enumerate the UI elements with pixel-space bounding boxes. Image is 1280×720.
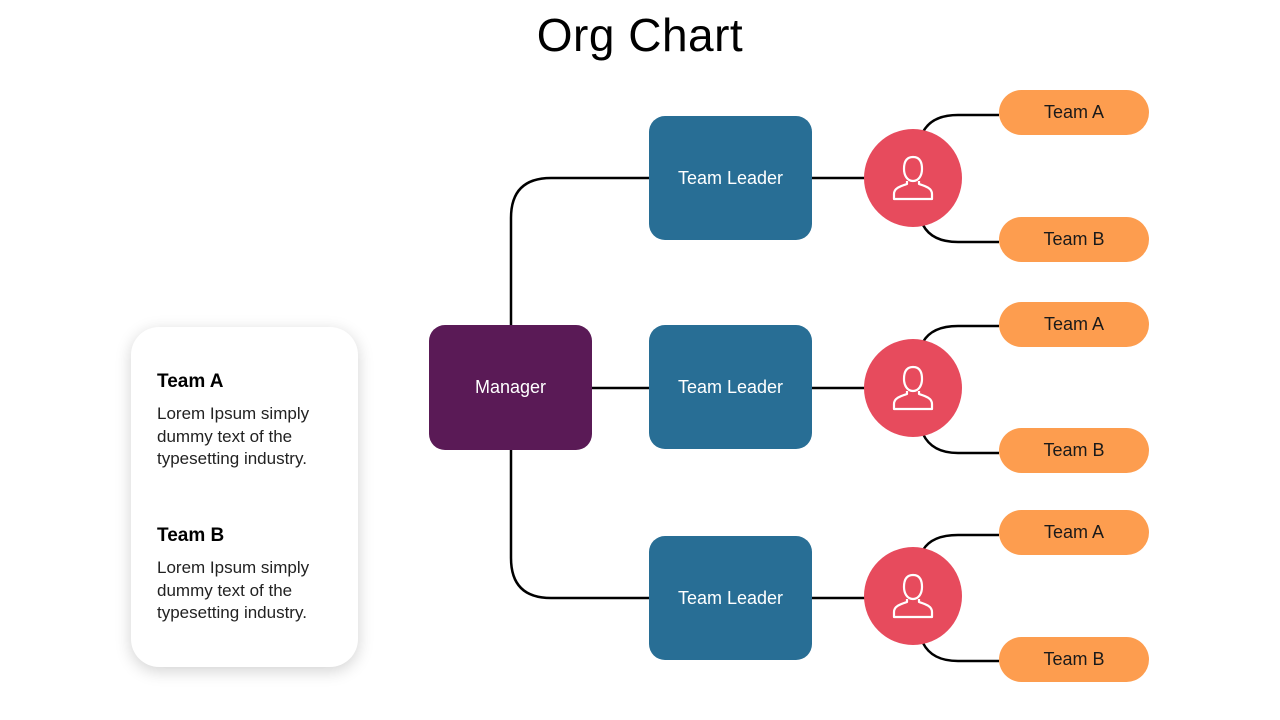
legend-text-team-b: Lorem Ipsum simply dummy text of the typ… xyxy=(157,558,310,622)
team-label: Team B xyxy=(1043,649,1105,669)
legend-heading-team-a: Team A xyxy=(157,371,224,392)
team-pill-3b[interactable]: Team B xyxy=(999,637,1149,682)
team-leader-label: Team Leader xyxy=(677,587,784,608)
connector-circle2-team-a xyxy=(921,324,999,343)
connector-circle1-team-b xyxy=(921,224,999,244)
connector-circle3-team-b xyxy=(921,642,999,663)
team-leader-node-3[interactable]: Team Leader xyxy=(649,536,812,660)
connector-circle3-team-a xyxy=(921,533,999,551)
team-pill-3a[interactable]: Team A xyxy=(999,510,1149,555)
team-pill-2b[interactable]: Team B xyxy=(999,428,1149,473)
team-label: Team A xyxy=(1043,522,1105,542)
manager-node[interactable]: Manager xyxy=(429,325,592,450)
user-icon xyxy=(892,155,934,201)
person-node-1[interactable] xyxy=(864,129,962,227)
legend-text-team-a: Lorem Ipsum simply dummy text of the typ… xyxy=(157,404,310,468)
team-label: Team A xyxy=(1043,102,1105,122)
connector-manager-leader-1 xyxy=(509,176,649,325)
team-pill-2a[interactable]: Team A xyxy=(999,302,1149,347)
person-node-3[interactable] xyxy=(864,547,962,645)
team-leader-node-1[interactable]: Team Leader xyxy=(649,116,812,240)
team-leader-label: Team Leader xyxy=(677,167,784,188)
team-pill-1a[interactable]: Team A xyxy=(999,90,1149,135)
user-icon xyxy=(892,365,934,411)
team-pill-1b[interactable]: Team B xyxy=(999,217,1149,262)
team-label: Team B xyxy=(1043,440,1105,460)
user-icon xyxy=(892,573,934,619)
connector-circle2-team-b xyxy=(921,433,999,455)
connector-manager-leader-3 xyxy=(509,450,649,600)
legend-card: Team A Lorem Ipsum simply dummy text of … xyxy=(131,327,358,667)
manager-label: Manager xyxy=(474,377,547,397)
team-label: Team A xyxy=(1043,314,1105,334)
team-label: Team B xyxy=(1043,229,1105,249)
connector-circle1-team-a xyxy=(921,113,999,133)
team-leader-label: Team Leader xyxy=(677,376,784,397)
team-leader-node-2[interactable]: Team Leader xyxy=(649,325,812,449)
legend-heading-team-b: Team B xyxy=(157,525,225,546)
person-node-2[interactable] xyxy=(864,339,962,437)
